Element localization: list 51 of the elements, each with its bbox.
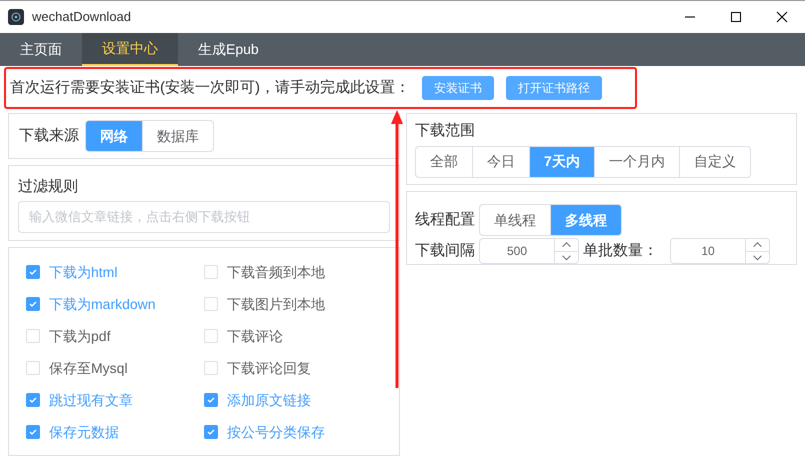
checkbox-label: 下载评论: [227, 326, 283, 346]
filter-field[interactable]: 输入微信文章链接，点击右侧下载按钮: [18, 200, 390, 232]
checkbox-label: 下载图片到本地: [227, 294, 325, 314]
check-icon: [28, 267, 38, 277]
number-field[interactable]: 500: [479, 238, 579, 264]
interval-label: 下载间隔: [415, 240, 475, 261]
checkbox[interactable]: [204, 425, 218, 439]
source-label: 下载来源: [19, 126, 79, 146]
checkbox[interactable]: [26, 297, 40, 311]
down-icon[interactable]: [746, 250, 769, 263]
segment-tab[interactable]: 全部: [415, 146, 473, 178]
segment-tab[interactable]: 数据库: [142, 120, 214, 152]
checkbox-label: 保存至Mysql: [49, 358, 128, 378]
check-icon: [28, 299, 38, 309]
notice-text: 首次运行需要安装证书(安装一次即可)，请手动完成此设置：: [10, 78, 410, 98]
check-icon: [28, 395, 38, 405]
number-field[interactable]: 10: [670, 238, 770, 264]
checkbox[interactable]: [204, 393, 218, 407]
checkbox-label: 下载为markdown: [49, 294, 156, 314]
segment-tab[interactable]: 自定义: [678, 146, 751, 178]
checkbox-label: 下载为pdf: [49, 326, 110, 346]
check-icon: [206, 427, 216, 437]
close-icon[interactable]: [776, 11, 788, 23]
checkbox-label: 添加原文链接: [227, 390, 311, 410]
segment-tab[interactable]: 今日: [472, 146, 530, 178]
check-icon: [206, 395, 216, 405]
checkbox[interactable]: [26, 425, 40, 439]
batch-label: 单批数量：: [583, 240, 658, 261]
checkbox-label: 按公号分类保存: [227, 422, 325, 442]
checkbox-label: 跳过现有文章: [49, 390, 133, 410]
checkbox-label: 下载音频到本地: [227, 262, 325, 282]
down-icon[interactable]: [555, 250, 578, 263]
checkbox[interactable]: [26, 393, 40, 407]
checkbox[interactable]: [26, 265, 40, 279]
nav-tab[interactable]: 主页面: [0, 33, 82, 66]
nav-tab[interactable]: 生成Epub: [178, 33, 279, 66]
window-title: wechatDownload: [32, 8, 132, 26]
check-icon: [28, 427, 38, 437]
checkbox-label: 下载评论回复: [227, 358, 311, 378]
thread-label: 线程配置: [415, 210, 475, 230]
segment-tab[interactable]: 一个月内: [594, 146, 680, 178]
nav-tab[interactable]: 设置中心: [82, 33, 178, 66]
segment-tab[interactable]: 单线程: [479, 204, 551, 236]
number-value: 10: [700, 243, 716, 260]
range-label: 下载范围: [415, 121, 476, 141]
filter-label: 过滤规则: [18, 177, 79, 197]
number-value: 500: [506, 243, 528, 260]
checkbox-label: 下载为html: [49, 262, 118, 282]
app-logo-icon: [8, 9, 24, 25]
maximize-icon[interactable]: [730, 11, 742, 23]
checkbox-label: 保存元数据: [49, 422, 119, 442]
